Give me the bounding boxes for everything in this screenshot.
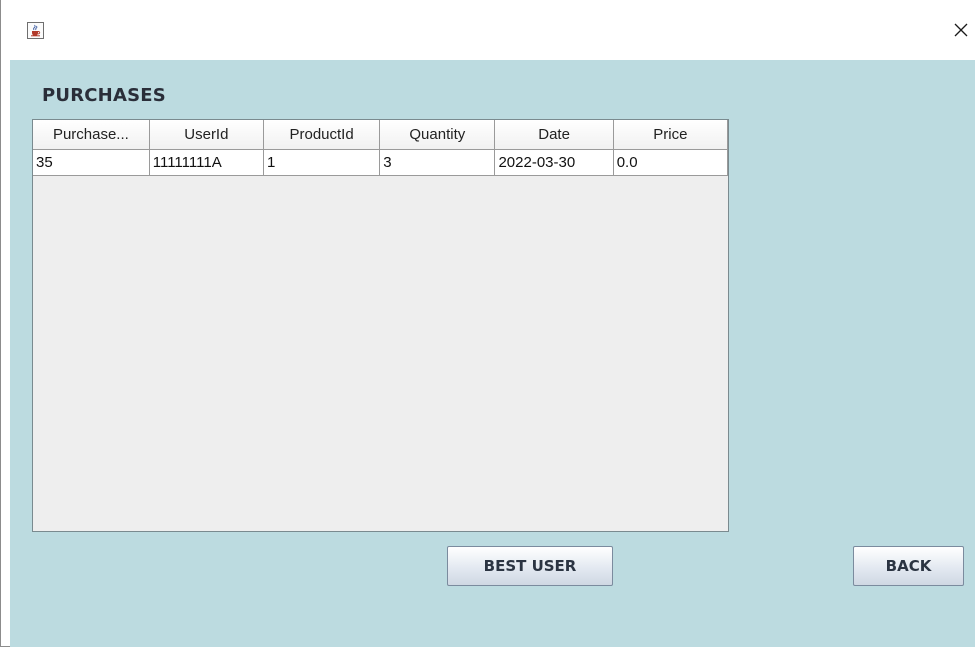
table-header-row: Purchase... UserId ProductId Quantity Da… — [33, 120, 729, 150]
cell-date[interactable]: 2022-03-30 — [494, 149, 614, 176]
column-header-user-id[interactable]: UserId — [149, 120, 264, 150]
cell-price[interactable]: 0.0 — [613, 149, 729, 176]
column-header-quantity[interactable]: Quantity — [379, 120, 496, 150]
cell-purchase-id[interactable]: 35 — [33, 149, 150, 176]
cell-quantity[interactable]: 3 — [379, 149, 496, 176]
main-panel: PURCHASES Purchase... UserId ProductId Q… — [10, 60, 975, 647]
close-icon — [954, 23, 967, 37]
table-row[interactable]: 35 11111111A 1 3 2022-03-30 0.0 — [33, 149, 729, 176]
close-button[interactable] — [945, 15, 975, 45]
java-cup-icon — [27, 22, 44, 39]
best-user-button[interactable]: BEST USER — [447, 546, 613, 586]
back-button[interactable]: BACK — [853, 546, 964, 586]
column-header-date[interactable]: Date — [494, 120, 614, 150]
app-window: PURCHASES Purchase... UserId ProductId Q… — [0, 0, 975, 647]
cell-product-id[interactable]: 1 — [263, 149, 381, 176]
cell-user-id[interactable]: 11111111A — [149, 149, 264, 176]
column-header-purchase-id[interactable]: Purchase... — [33, 120, 150, 150]
column-header-product-id[interactable]: ProductId — [263, 120, 381, 150]
column-header-price[interactable]: Price — [613, 120, 729, 150]
title-bar — [1, 0, 975, 60]
page-title: PURCHASES — [42, 85, 166, 106]
purchases-table[interactable]: Purchase... UserId ProductId Quantity Da… — [33, 120, 729, 176]
purchases-table-scroll[interactable]: Purchase... UserId ProductId Quantity Da… — [32, 119, 729, 532]
